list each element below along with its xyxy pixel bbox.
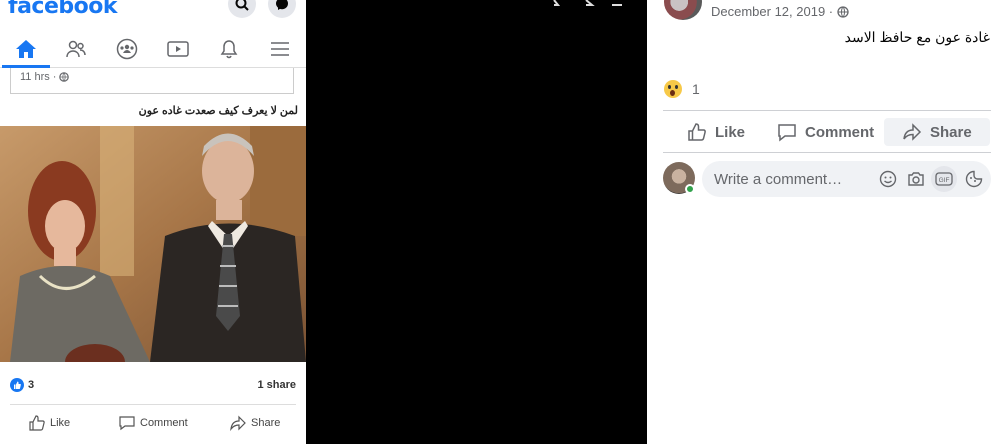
mobile-comment-label: Comment	[140, 417, 188, 429]
share-icon	[230, 415, 246, 432]
tab-groups[interactable]	[109, 32, 145, 66]
tab-watch[interactable]	[160, 32, 196, 66]
mobile-header: facebook	[0, 0, 306, 22]
mobile-tab-bar	[0, 32, 306, 68]
gif-button[interactable]: GIF	[931, 166, 957, 192]
globe-icon	[837, 5, 849, 18]
share-count[interactable]: 1 share	[257, 379, 296, 391]
mobile-like-button[interactable]: Like	[28, 414, 70, 432]
emoji-button[interactable]	[878, 169, 898, 189]
photo-viewer-background[interactable]	[306, 0, 647, 444]
thumbs-up-icon	[688, 123, 706, 141]
divider	[10, 404, 296, 405]
like-label: Like	[715, 123, 746, 141]
divider	[663, 110, 991, 111]
reaction-summary[interactable]: 3	[10, 378, 34, 392]
divider	[663, 152, 991, 153]
tab-friends[interactable]	[58, 32, 94, 66]
comment-label: Comment	[805, 123, 875, 141]
thumbs-up-icon	[29, 415, 45, 431]
mobile-comment-button[interactable]: Comment	[118, 414, 188, 432]
groups-icon	[116, 38, 138, 60]
gif-icon: GIF	[935, 172, 953, 186]
search-button[interactable]	[228, 0, 256, 18]
sticker-button[interactable]	[964, 169, 984, 189]
screenshot: facebook 11 hrs · لمن لا يعرف كيف صعدت غ…	[0, 0, 1006, 444]
like-button[interactable]: Like	[687, 118, 745, 146]
reaction-summary[interactable]: 1	[664, 80, 700, 98]
like-reaction-icon	[10, 378, 24, 392]
messenger-icon	[276, 0, 288, 10]
comment-input[interactable]: Write a comment… GIF	[702, 161, 991, 197]
mobile-post-screenshot: facebook 11 hrs · لمن لا يعرف كيف صعدت غ…	[0, 0, 306, 444]
bell-icon	[220, 40, 238, 59]
emoji-icon	[879, 170, 897, 188]
search-icon	[235, 0, 249, 11]
messenger-button[interactable]	[268, 0, 296, 18]
reaction-count: 3	[28, 379, 35, 391]
share-label: Share	[930, 123, 972, 141]
hamburger-menu-icon	[271, 42, 289, 56]
reaction-count: 1	[692, 81, 700, 97]
share-button[interactable]: Share	[884, 118, 990, 146]
share-icon	[903, 123, 922, 141]
tab-home[interactable]	[2, 32, 50, 68]
viewer-controls-icon	[553, 0, 622, 6]
tab-menu[interactable]	[262, 32, 298, 66]
post-caption: غادة عون مع حافظ الاسد	[844, 29, 990, 45]
online-status-dot	[685, 184, 695, 194]
mobile-share-button[interactable]: Share	[229, 414, 280, 432]
tab-notifications[interactable]	[211, 32, 247, 66]
photo-image	[0, 126, 306, 362]
post-timestamp: 11 hrs ·	[20, 71, 70, 83]
mobile-like-label: Like	[50, 417, 71, 429]
sticker-icon	[965, 170, 983, 188]
wow-reaction-icon	[664, 80, 682, 98]
camera-icon	[908, 172, 924, 186]
facebook-logo: facebook	[8, 0, 118, 19]
home-icon	[16, 40, 36, 58]
comment-icon	[119, 416, 135, 431]
post-date: December 12, 2019 ·	[711, 4, 849, 19]
post-text: لمن لا يعرف كيف صعدت غاده عون	[138, 105, 298, 117]
watch-icon	[167, 41, 189, 57]
author-avatar[interactable]	[664, 0, 702, 20]
post-date-text[interactable]: December 12, 2019 ·	[711, 4, 833, 19]
comment-icon	[778, 124, 796, 142]
post-photo[interactable]	[0, 126, 306, 362]
comment-placeholder: Write a comment…	[714, 171, 843, 188]
photo-button[interactable]	[906, 169, 926, 189]
comment-button[interactable]: Comment	[777, 118, 874, 146]
globe-icon	[59, 72, 70, 82]
post-details-panel: December 12, 2019 · غادة عون مع حافظ الا…	[647, 0, 1006, 444]
friends-icon	[66, 40, 86, 58]
mobile-share-label: Share	[251, 417, 281, 429]
post-time-text: 11 hrs ·	[20, 71, 57, 83]
svg-text:GIF: GIF	[939, 177, 950, 184]
